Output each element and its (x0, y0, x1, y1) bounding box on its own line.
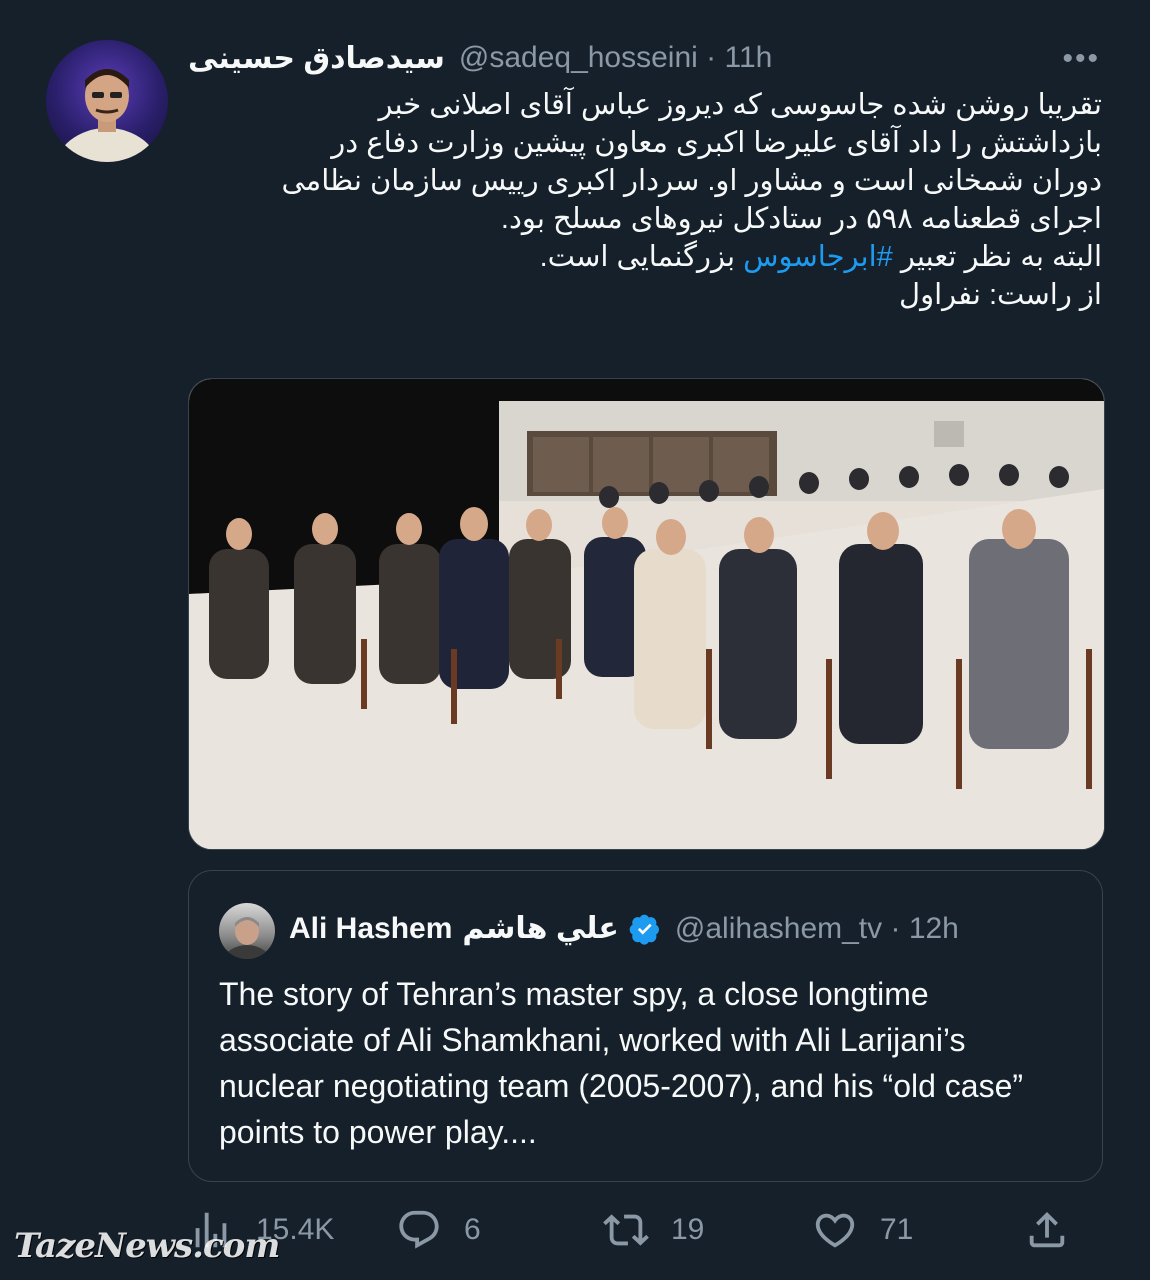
quoted-tweet[interactable]: Ali Hashem علي هاشم @alihashem_tv · 12h … (188, 870, 1103, 1182)
quoted-author-avatar[interactable] (219, 903, 275, 959)
tweet-photo[interactable] (188, 378, 1105, 850)
watermark-logo: TazeNews.com (14, 1226, 280, 1266)
reply-icon (399, 1210, 439, 1249)
quoted-time[interactable]: 12h (909, 912, 959, 945)
like-icon (815, 1213, 855, 1248)
tweet-line: اجرای قطعنامه ۵۹۸ در ستادکل نیروهای مسلح… (500, 203, 1102, 235)
reply-button[interactable]: 6 (396, 1198, 481, 1262)
author-avatar[interactable] (46, 40, 168, 162)
tweet-line: تقریبا روشن شده جاسوسی که دیروز عباس آقا… (378, 89, 1102, 121)
retweet-icon (603, 1214, 649, 1246)
tweet-text: تقریبا روشن شده جاسوسی که دیروز عباس آقا… (188, 86, 1102, 314)
text-segment: بزرگنمایی است. (539, 241, 744, 273)
tweet-line: از راست: نفراول (899, 279, 1102, 311)
tweet-line: البته به نظر تعبیر #ابرجاسوس بزرگنمایی ا… (188, 238, 1102, 276)
quoted-text: The story of Tehran’s master spy, a clos… (219, 976, 1024, 1150)
author-handle-time: @sadeq_hosseini · 11h (458, 41, 773, 74)
photo-illustration (189, 379, 1104, 849)
share-icon (1029, 1211, 1065, 1248)
retweet-count: 19 (671, 1213, 705, 1246)
tweet-line: دوران شمخانی است و مشاور او. سردار اکبری… (281, 165, 1102, 197)
tweet-time[interactable]: 11h (725, 41, 773, 74)
quoted-handle-time: @alihashem_tv · 12h (674, 911, 959, 945)
verified-icon (629, 914, 659, 945)
author-handle[interactable]: @sadeq_hosseini (459, 41, 698, 74)
action-bar: 15.4K 6 19 71 (188, 1198, 1103, 1262)
quoted-header: Ali Hashem علي هاشم @alihashem_tv · 12h (289, 911, 959, 946)
tweet-line: بازداشتش را داد آقای علیرضا اکبری معاون … (331, 127, 1102, 159)
like-count: 71 (880, 1213, 914, 1246)
quoted-name-ar[interactable]: علي هاشم (462, 911, 619, 946)
retweet-button[interactable]: 19 (603, 1198, 704, 1262)
reply-count: 6 (464, 1213, 481, 1246)
quoted-name-en[interactable]: Ali Hashem (289, 912, 452, 946)
share-button[interactable] (1024, 1198, 1070, 1262)
author-display-name[interactable]: سیدصادق حسینی (188, 41, 445, 76)
hashtag-link[interactable]: #ابرجاسوس (743, 241, 893, 273)
text-segment: البته به نظر تعبیر (892, 241, 1102, 273)
quoted-handle[interactable]: @alihashem_tv (675, 912, 882, 945)
like-button[interactable]: 71 (812, 1198, 913, 1262)
more-icon[interactable]: ••• (1062, 42, 1100, 76)
tweet-header: سیدصادق حسینی @sadeq_hosseini · 11h (188, 38, 1090, 78)
